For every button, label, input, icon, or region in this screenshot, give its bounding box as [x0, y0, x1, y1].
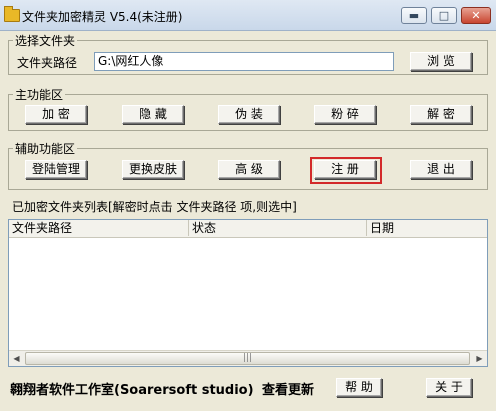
encrypt-button[interactable]: 加 密 [25, 105, 87, 124]
title-bar[interactable]: 文件夹加密精灵 V5.4(未注册) ▬ □ ✕ [0, 0, 496, 31]
list-header: 文件夹路径 状态 日期 [9, 220, 487, 238]
main-functions-legend: 主功能区 [15, 88, 64, 102]
column-header-folder-path[interactable]: 文件夹路径 [9, 220, 189, 236]
encrypted-list-legend: 已加密文件夹列表[解密时点击 文件夹路径 项,则选中] [12, 200, 297, 214]
folder-path-label: 文件夹路径 [17, 56, 78, 70]
about-button[interactable]: 关 于 [426, 378, 472, 397]
browse-button[interactable]: 浏 览 [410, 52, 472, 71]
decrypt-button[interactable]: 解 密 [410, 105, 472, 124]
horizontal-scrollbar[interactable]: ◀ ||| ▶ [9, 350, 487, 366]
minimize-icon: ▬ [408, 9, 420, 22]
register-highlight-box [310, 157, 382, 184]
shred-button[interactable]: 粉 碎 [314, 105, 376, 124]
disguise-button[interactable]: 伪 装 [218, 105, 280, 124]
exit-button[interactable]: 退 出 [410, 160, 472, 179]
check-update-link[interactable]: 查看更新 [262, 379, 314, 398]
help-button[interactable]: 帮 助 [336, 378, 382, 397]
studio-link[interactable]: 翱翔者软件工作室(Soarersoft studio) [10, 379, 254, 398]
maximize-icon: □ [438, 9, 450, 22]
close-button[interactable]: ✕ [461, 7, 491, 24]
scroll-left-icon[interactable]: ◀ [9, 351, 24, 366]
folder-path-input[interactable]: G:\网红人像 [94, 52, 394, 71]
window-title: 文件夹加密精灵 V5.4(未注册) [22, 10, 183, 24]
column-header-date[interactable]: 日期 [367, 220, 487, 236]
minimize-button[interactable]: ▬ [401, 7, 427, 24]
login-management-button[interactable]: 登陆管理 [25, 160, 87, 179]
aux-functions-legend: 辅助功能区 [15, 142, 76, 156]
change-skin-button[interactable]: 更换皮肤 [122, 160, 184, 179]
close-icon: ✕ [471, 9, 481, 22]
encrypted-folder-list[interactable]: 文件夹路径 状态 日期 ◀ ||| ▶ [8, 219, 488, 367]
scroll-thumb[interactable]: ||| [25, 352, 470, 365]
maximize-button[interactable]: □ [431, 7, 457, 24]
scroll-grip-icon: ||| [242, 353, 253, 363]
advanced-button[interactable]: 高 级 [218, 160, 280, 179]
folder-icon [4, 6, 20, 22]
hide-button[interactable]: 隐 藏 [122, 105, 184, 124]
select-folder-legend: 选择文件夹 [15, 34, 76, 48]
scroll-right-icon[interactable]: ▶ [472, 351, 487, 366]
column-header-status[interactable]: 状态 [189, 220, 367, 236]
